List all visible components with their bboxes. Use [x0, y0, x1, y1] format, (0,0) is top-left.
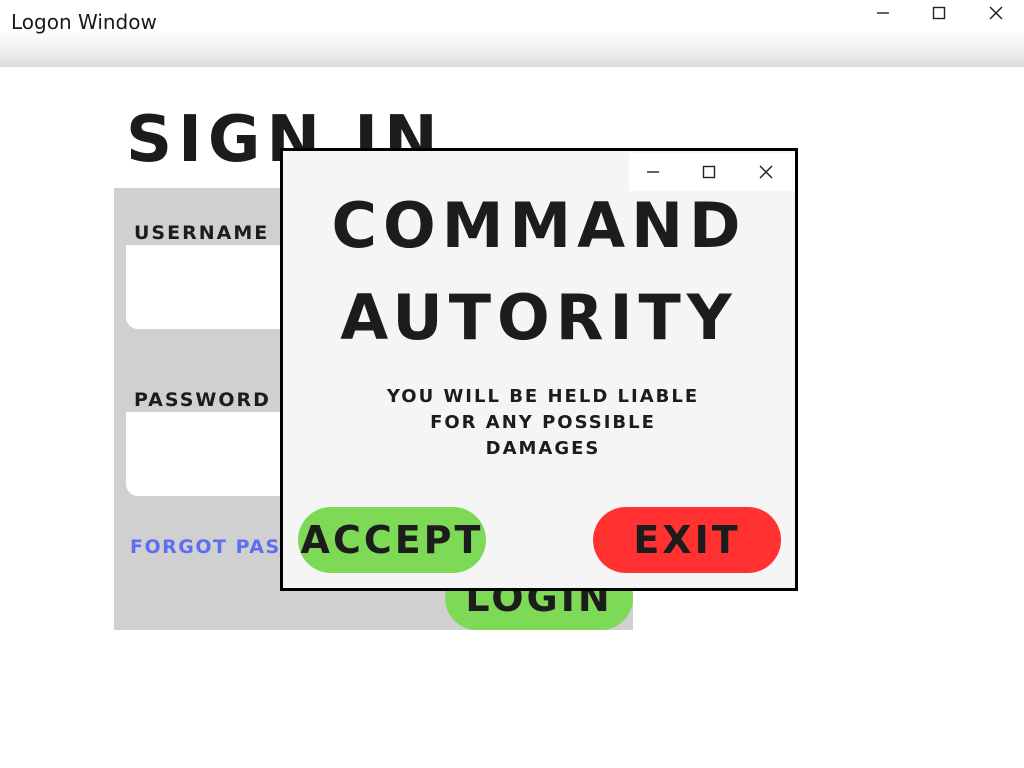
minimize-icon	[647, 171, 659, 173]
dialog-maximize-button[interactable]	[689, 153, 729, 191]
dialog-title-line1: COMMAND	[331, 189, 747, 262]
dialog-minimize-button[interactable]	[633, 153, 673, 191]
minimize-icon	[877, 12, 889, 14]
command-authority-dialog: COMMAND AUTORITY YOU WILL BE HELD LIABLE…	[280, 148, 798, 591]
maximize-icon	[932, 6, 946, 20]
password-label: PASSWORD	[134, 389, 271, 411]
accept-button[interactable]: ACCEPT	[298, 507, 486, 573]
minimize-button[interactable]	[858, 0, 908, 26]
dialog-title-line2: AUTORITY	[340, 281, 738, 354]
title-bar[interactable]: Logon Window	[0, 0, 1024, 67]
window-title: Logon Window	[11, 10, 157, 34]
dialog-close-button[interactable]	[746, 153, 786, 191]
maximize-button[interactable]	[914, 0, 964, 26]
maximize-icon	[702, 165, 716, 179]
dialog-title-bar[interactable]	[629, 153, 795, 191]
dialog-warning-message: YOU WILL BE HELD LIABLE FOR ANY POSSIBLE…	[386, 386, 700, 459]
logon-window: Logon Window SIGN IN USERNAME PASSWORD F…	[0, 0, 1024, 768]
close-icon	[759, 165, 773, 179]
exit-button[interactable]: EXIT	[593, 507, 781, 573]
username-label: USERNAME	[134, 222, 270, 244]
close-icon	[989, 6, 1003, 20]
close-button[interactable]	[971, 0, 1021, 26]
